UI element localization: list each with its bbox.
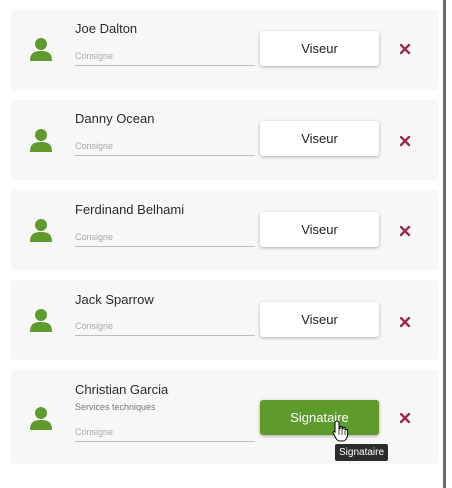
consigne-input[interactable] xyxy=(75,47,255,66)
consigne-input[interactable] xyxy=(75,228,255,247)
role-button[interactable]: Signataire xyxy=(260,400,379,435)
close-icon[interactable] xyxy=(399,43,411,55)
person-icon xyxy=(30,219,52,242)
signer-name: Jack Sparrow xyxy=(75,292,154,307)
signer-name: Christian Garcia xyxy=(75,382,169,397)
signer-name: Ferdinand Belhami xyxy=(75,202,185,217)
person-icon xyxy=(30,309,52,332)
role-tooltip: Signataire xyxy=(335,444,389,461)
close-icon[interactable] xyxy=(399,412,411,424)
hand-pointer-icon xyxy=(332,420,348,442)
consigne-input[interactable] xyxy=(75,423,255,442)
close-icon[interactable] xyxy=(399,316,411,328)
consigne-input[interactable] xyxy=(75,317,255,336)
role-button[interactable]: Viseur xyxy=(260,31,379,66)
close-icon[interactable] xyxy=(399,135,411,147)
close-icon[interactable] xyxy=(399,225,411,237)
signer-card: Danny Ocean Viseur xyxy=(11,100,439,180)
role-button[interactable]: Viseur xyxy=(260,121,379,156)
signer-card: Ferdinand Belhami Viseur xyxy=(11,190,439,270)
signer-card: Jack Sparrow Viseur xyxy=(11,280,439,360)
role-button[interactable]: Viseur xyxy=(260,302,379,337)
scrollbar-edge xyxy=(443,0,446,488)
person-icon xyxy=(30,407,52,430)
signer-card: Joe Dalton Viseur xyxy=(11,10,439,90)
signer-name: Joe Dalton xyxy=(75,21,138,36)
role-button[interactable]: Viseur xyxy=(260,212,379,247)
consigne-input[interactable] xyxy=(75,137,255,156)
signer-name: Danny Ocean xyxy=(75,111,155,126)
person-icon xyxy=(30,38,52,61)
person-icon xyxy=(30,129,52,152)
signer-subtitle: Services techniques xyxy=(75,402,156,412)
